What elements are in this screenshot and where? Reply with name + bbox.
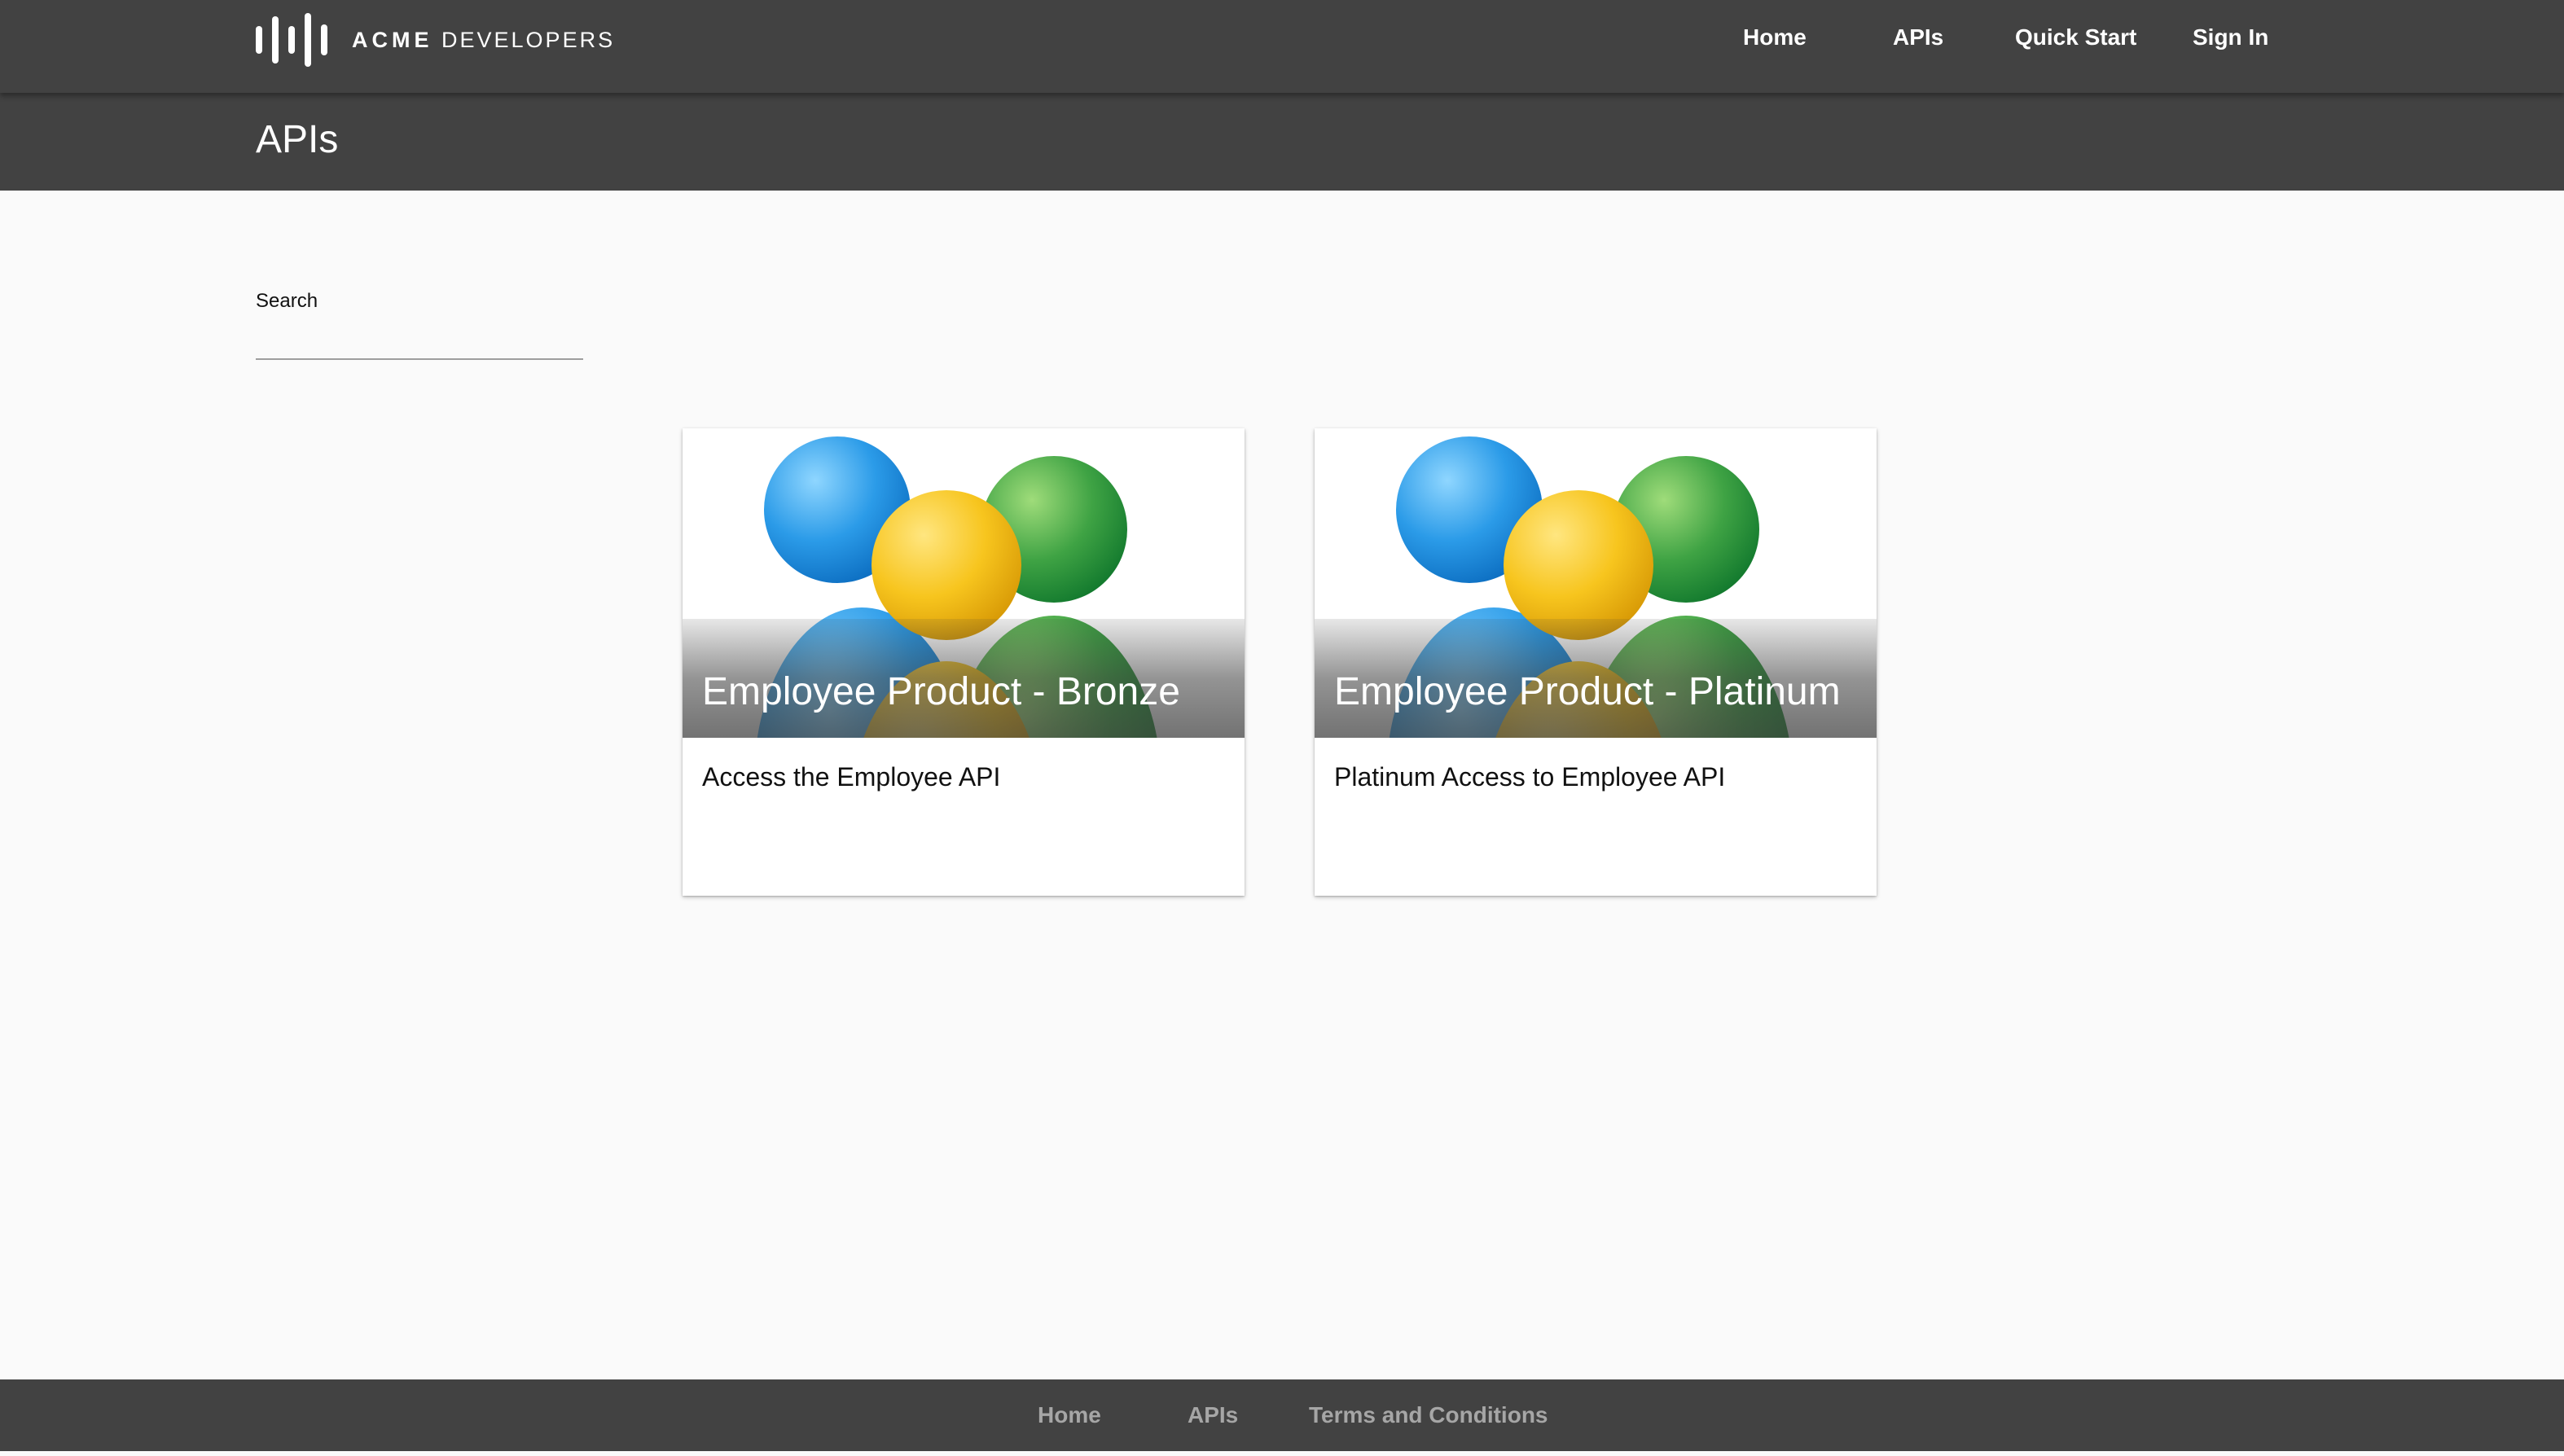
acme-developers-logo[interactable]: ACME DEVELOPERS [256,13,615,67]
card-media: Employee Product - Bronze [683,428,1245,738]
footer-terms-link[interactable]: Terms and Conditions [1309,1402,1548,1428]
footer-apis-link[interactable]: APIs [1188,1402,1238,1428]
nav-sign-in-link[interactable]: Sign In [2193,24,2268,57]
nav-home-link[interactable]: Home [1743,24,1807,57]
card-media: Employee Product - Platinum [1315,428,1877,738]
search-label: Search [256,290,318,312]
logo-suffix: DEVELOPERS [441,27,616,52]
card-title: Employee Product - Bronze [702,670,1180,713]
search-input[interactable] [256,324,583,360]
logo-brand: ACME [352,27,433,52]
card-description: Access the Employee API [702,762,1001,792]
nav-apis-link[interactable]: APIs [1893,24,1943,57]
search-field: Search [256,290,583,360]
card-title: Employee Product - Platinum [1334,670,1841,713]
sound-wave-logo-icon [256,13,327,67]
page-title: APIs [256,118,339,161]
product-card-bronze[interactable]: Employee Product - Bronze Access the Emp… [683,428,1245,896]
footer: Home APIs Terms and Conditions [0,1379,2564,1451]
footer-home-link[interactable]: Home [1038,1402,1101,1428]
product-card-platinum[interactable]: Employee Product - Platinum Platinum Acc… [1315,428,1877,896]
page-header: APIs [0,93,2564,191]
top-nav-bar: ACME DEVELOPERS Home APIs Quick Start Si… [0,0,2564,93]
nav-quick-start-link[interactable]: Quick Start [2015,24,2136,57]
logo-wordmark: ACME DEVELOPERS [352,28,615,53]
card-description: Platinum Access to Employee API [1334,762,1726,792]
